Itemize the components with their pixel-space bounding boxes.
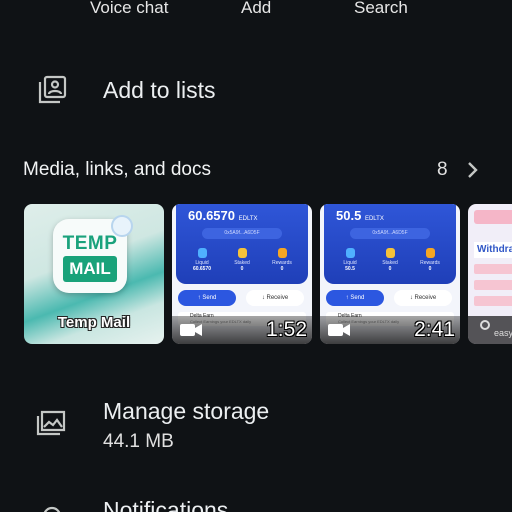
temp-mail-logo-top: TEMP	[62, 233, 118, 254]
promo-banner	[474, 210, 512, 224]
withdraw-heading: Withdra	[474, 242, 512, 258]
wallet-stat: Rewards 0	[264, 248, 300, 272]
coins-icon	[237, 248, 247, 258]
droplet-icon	[345, 248, 355, 258]
promo-row	[474, 264, 512, 274]
wallet-balance: 50.5 EDLTX	[336, 208, 384, 223]
media-count: 8	[437, 159, 448, 180]
video-overlay-bar: 1:52	[172, 316, 312, 344]
trophy-icon	[277, 248, 287, 258]
notification-dot	[111, 215, 133, 237]
media-thumbnail-video[interactable]: 50.5 EDLTX 0x5A9f...A6D5F Liquid 50.5 Sta…	[320, 204, 460, 344]
wallet-stat: Liquid 60.6570	[184, 248, 220, 272]
temp-mail-logo-bottom: MAIL	[63, 256, 117, 282]
wallet-screen-panel: 60.6570 EDLTX 0x5A9f...A6D5F Liquid 60.65…	[176, 204, 308, 284]
media-thumbnail-strip: TEMP MAIL Temp Mail 60.6570 EDLTX 0x5A9f…	[0, 204, 512, 344]
droplet-icon	[197, 248, 207, 258]
wallet-send-button: ↑ Send	[178, 290, 236, 306]
wallet-receive-button: ↓ Receive	[246, 290, 304, 306]
manage-storage-row[interactable]: Manage storage 44.1 MB	[0, 394, 512, 458]
wallet-balance: 60.6570 EDLTX	[188, 208, 258, 223]
notifications-row[interactable]: Notifications	[0, 490, 512, 512]
coins-icon	[385, 248, 395, 258]
add-to-lists-row[interactable]: Add to lists	[0, 66, 512, 116]
video-duration: 1:52	[266, 318, 307, 341]
contact-list-icon	[36, 74, 68, 106]
wallet-stat: Staked 0	[372, 248, 408, 272]
voice-chat-action[interactable]: Voice chat	[90, 0, 168, 18]
media-thumbnail-partial[interactable]: Withdra easyp	[468, 204, 512, 344]
notifications-label: Notifications	[103, 497, 229, 512]
media-thumbnail-temp-mail[interactable]: TEMP MAIL Temp Mail	[24, 204, 164, 344]
search-action[interactable]: Search	[354, 0, 408, 18]
top-action-bar: Voice chat Add Search	[0, 0, 512, 24]
add-to-lists-label: Add to lists	[103, 77, 216, 103]
video-overlay-bar: 2:41	[320, 316, 460, 344]
media-thumbnail-video[interactable]: 60.6570 EDLTX 0x5A9f...A6D5F Liquid 60.65…	[172, 204, 312, 344]
chevron-right-icon[interactable]	[463, 160, 481, 180]
wallet-address: 0x5A9f...A6D5F	[350, 228, 430, 239]
storage-size: 44.1 MB	[103, 431, 174, 452]
photo-library-icon	[35, 407, 67, 439]
promo-row	[474, 280, 512, 290]
media-links-docs-header[interactable]: Media, links, and docs 8	[0, 156, 512, 186]
ring-icon	[480, 320, 490, 330]
wallet-stat: Staked 0	[224, 248, 260, 272]
trophy-icon	[425, 248, 435, 258]
wallet-receive-button: ↓ Receive	[394, 290, 452, 306]
thumbnail-caption: Temp Mail	[57, 314, 131, 331]
wallet-screen-panel: 50.5 EDLTX 0x5A9f...A6D5F Liquid 50.5 Sta…	[324, 204, 456, 284]
bell-icon	[36, 502, 68, 512]
videocam-icon	[328, 324, 350, 336]
video-duration: 2:41	[414, 318, 455, 341]
media-section-title: Media, links, and docs	[23, 159, 211, 180]
wallet-stat: Rewards 0	[412, 248, 448, 272]
video-overlay-bar: easyp	[468, 316, 512, 344]
videocam-icon	[180, 324, 202, 336]
promo-row	[474, 296, 512, 306]
add-action[interactable]: Add	[241, 0, 271, 18]
manage-storage-label: Manage storage	[103, 398, 270, 424]
wallet-stat: Liquid 50.5	[332, 248, 368, 272]
wallet-send-button: ↑ Send	[326, 290, 384, 306]
wallet-address: 0x5A9f...A6D5F	[202, 228, 282, 239]
